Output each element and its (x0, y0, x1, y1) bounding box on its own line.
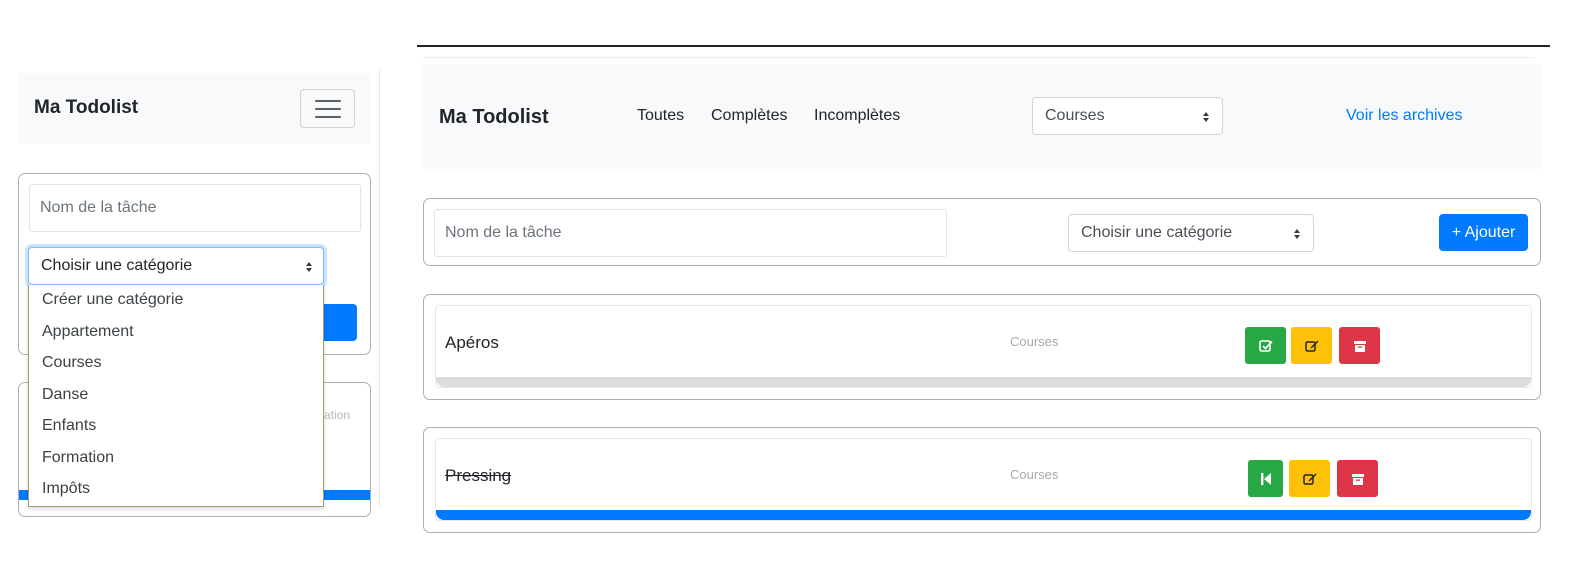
task-card-body: Pressing Courses (435, 438, 1532, 521)
task-card: Apéros Courses (423, 294, 1541, 400)
archive-icon (1351, 473, 1364, 485)
select-caret-icon (1293, 229, 1301, 239)
dropdown-option[interactable]: Créer une catégorie (29, 285, 323, 317)
nav-link-toutes[interactable]: Toutes (637, 107, 684, 125)
edit-icon (1304, 340, 1318, 352)
task-name-input[interactable] (434, 209, 947, 257)
task-category-select[interactable]: Choisir une catégorie (1068, 214, 1314, 252)
top-rule (417, 45, 1550, 47)
edit-icon (1302, 473, 1316, 485)
mobile-category-select-value: Choisir une catégorie (41, 257, 193, 274)
edit-task-button[interactable] (1291, 327, 1332, 364)
mobile-brand[interactable]: Ma Todolist (34, 97, 138, 119)
archive-icon (1353, 340, 1366, 352)
task-title: Apéros (445, 333, 499, 352)
mobile-navbar: Ma Todolist (18, 73, 371, 144)
dropdown-option[interactable]: Enfants (29, 411, 323, 443)
category-filter-select[interactable]: Courses (1032, 97, 1223, 135)
task-title: Pressing (445, 466, 512, 485)
desktop-brand[interactable]: Ma Todolist (439, 106, 549, 129)
dropdown-option[interactable]: Formation (29, 443, 323, 475)
task-category: Courses (1010, 467, 1059, 482)
undo-complete-button[interactable] (1248, 460, 1283, 497)
mobile-task-name-input[interactable] (29, 184, 361, 232)
archive-task-button[interactable] (1337, 460, 1378, 497)
top-rule-light (423, 57, 1535, 58)
task-card-body: Apéros Courses (435, 305, 1532, 388)
step-backward-icon (1260, 472, 1271, 485)
select-caret-icon (1202, 112, 1210, 122)
mobile-category-dropdown: Créer une catégorie Appartement Courses … (28, 285, 324, 507)
edit-task-button[interactable] (1289, 460, 1330, 497)
select-caret-icon (305, 262, 313, 272)
mobile-category-select[interactable]: Choisir une catégorie (28, 247, 324, 285)
mobile-view: Ma Todolist ation Choisir une catégorie … (0, 0, 390, 565)
task-progress-bar (436, 377, 1531, 387)
navbar-toggler-button[interactable] (300, 89, 355, 128)
archive-task-button[interactable] (1339, 327, 1380, 364)
nav-link-incompletes[interactable]: Incomplètes (814, 107, 900, 125)
add-task-button[interactable]: + Ajouter (1439, 214, 1528, 251)
task-card: Pressing Courses (423, 427, 1541, 533)
mobile-task-category: ation (323, 408, 350, 422)
dropdown-option[interactable]: Appartement (29, 317, 323, 349)
desktop-view: Ma Todolist Toutes Complètes Incomplètes… (417, 0, 1593, 565)
dropdown-option[interactable]: Danse (29, 380, 323, 412)
desktop-add-task-form: Choisir une catégorie + Ajouter (423, 198, 1541, 266)
desktop-navbar: Ma Todolist Toutes Complètes Incomplètes… (423, 64, 1542, 169)
view-divider (379, 70, 380, 507)
category-filter-value: Courses (1045, 107, 1105, 124)
archives-link[interactable]: Voir les archives (1346, 107, 1463, 125)
complete-task-button[interactable] (1245, 327, 1286, 364)
nav-link-completes[interactable]: Complètes (711, 107, 787, 125)
dropdown-option[interactable]: Courses (29, 348, 323, 380)
task-category: Courses (1010, 334, 1059, 349)
dropdown-option[interactable]: Impôts (29, 474, 323, 506)
check-square-icon (1258, 339, 1273, 352)
task-category-select-value: Choisir une catégorie (1081, 224, 1233, 241)
task-progress-bar (436, 510, 1531, 520)
